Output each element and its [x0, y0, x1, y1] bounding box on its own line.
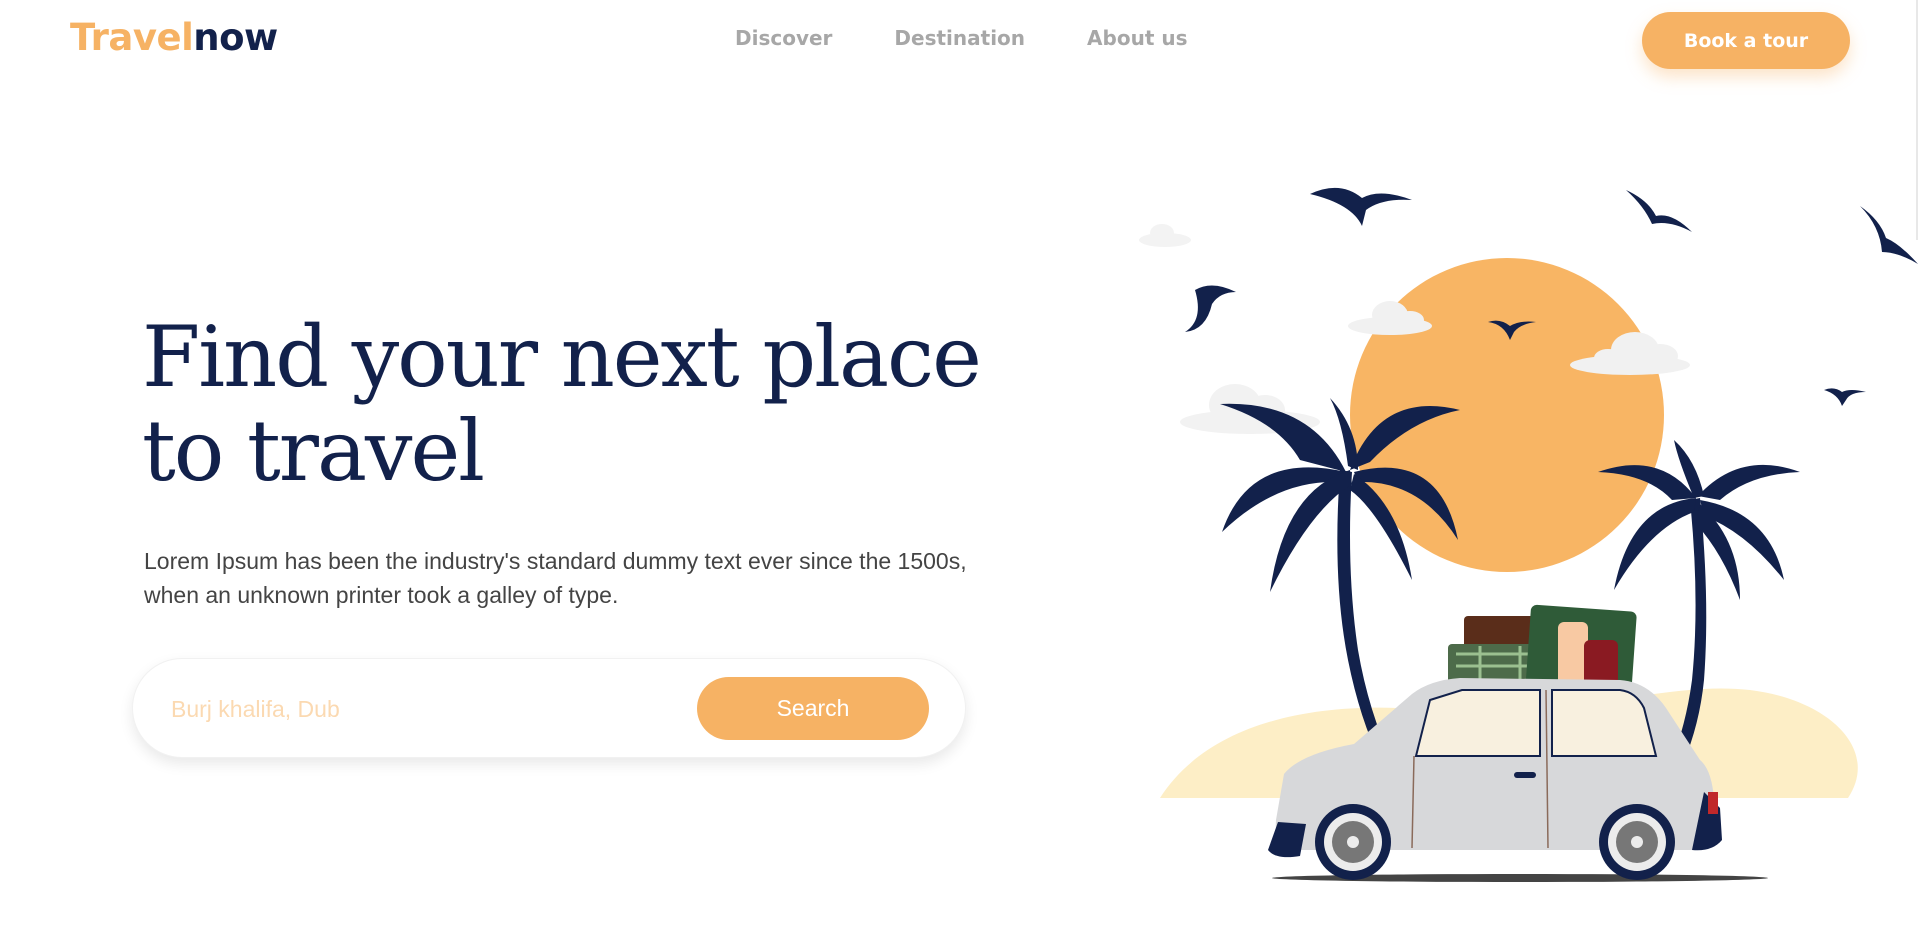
bird-icon [1860, 206, 1918, 264]
nav-about-us[interactable]: About us [1087, 26, 1187, 50]
bird-icon [1626, 190, 1692, 232]
landing-page: Travelnow Discover Destination About us … [0, 0, 1920, 933]
travel-illustration [1139, 187, 1918, 882]
logo-part-travel: Travel [70, 16, 194, 59]
bird-icon [1824, 388, 1866, 406]
scrollbar-track[interactable] [1916, 0, 1918, 240]
hero-title: Find your next place to travel [142, 308, 982, 500]
hero-title-line-2: to travel [142, 402, 485, 500]
brand-logo[interactable]: Travelnow [70, 16, 278, 59]
search-button[interactable]: Search [697, 677, 929, 740]
bird-icon [1310, 187, 1412, 226]
cloud-icon [1139, 224, 1191, 247]
hero-title-line-1: Find your next place [142, 308, 982, 406]
hero-description: Lorem Ipsum has been the industry's stan… [144, 548, 967, 608]
nav-destination[interactable]: Destination [894, 26, 1025, 50]
search-bar: Search [132, 658, 966, 758]
book-tour-button[interactable]: Book a tour [1642, 12, 1850, 69]
destination-search-input[interactable] [169, 688, 673, 730]
logo-part-now: now [193, 16, 278, 59]
nav-discover[interactable]: Discover [735, 26, 832, 50]
bird-icon [1185, 285, 1236, 332]
main-nav: Discover Destination About us [735, 26, 1250, 50]
